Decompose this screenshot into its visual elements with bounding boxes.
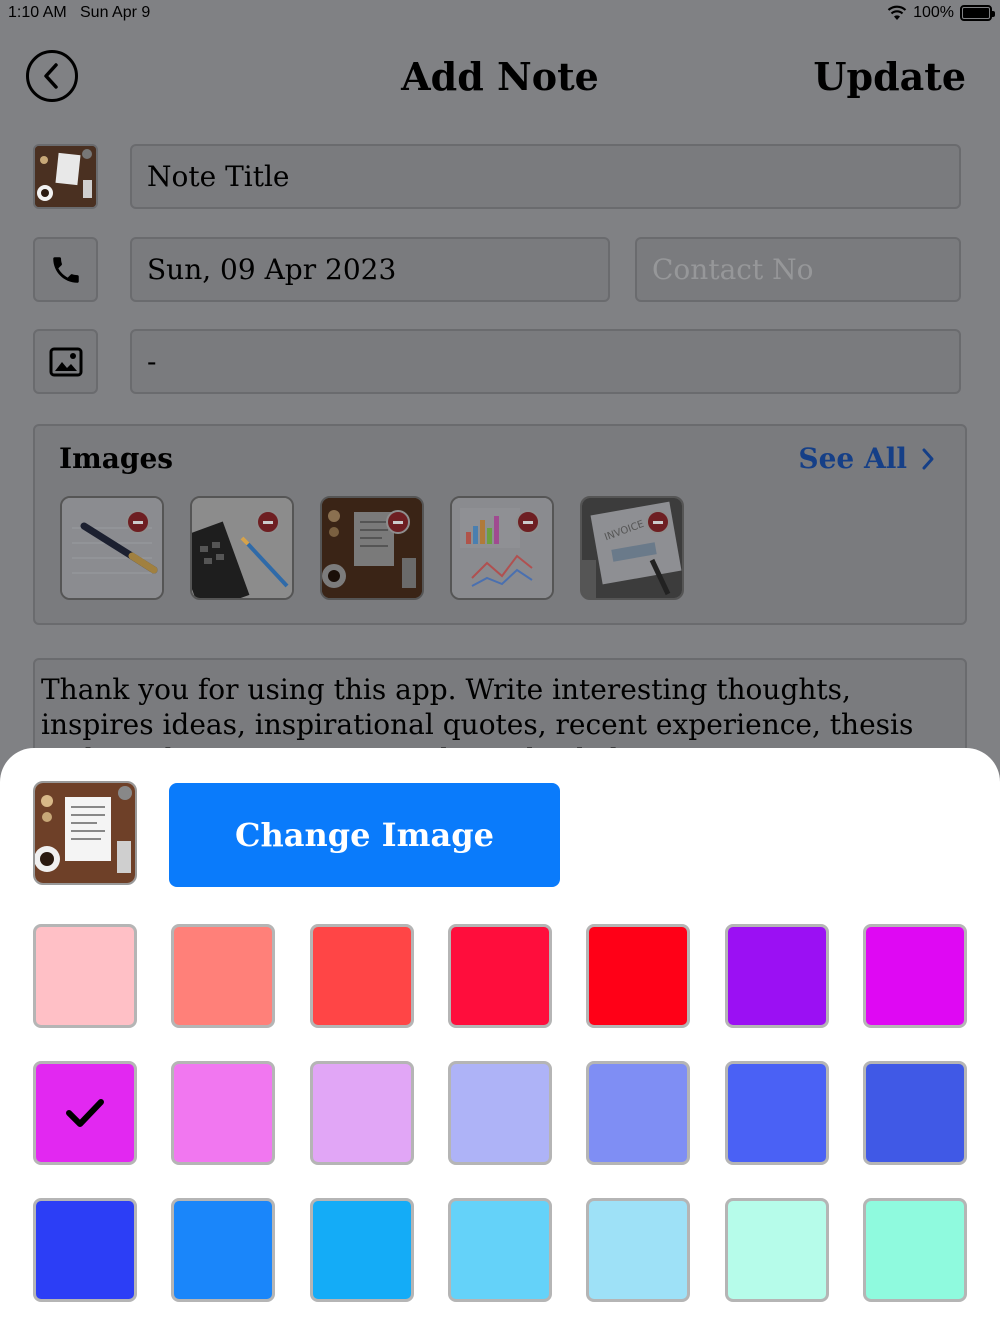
phone-button[interactable] xyxy=(33,237,98,302)
invoice-paper-image: INVOICE xyxy=(582,498,682,598)
change-image-button[interactable]: Change Image xyxy=(169,783,560,887)
color-swatch[interactable] xyxy=(725,924,829,1028)
color-picker-sheet: Change Image xyxy=(0,748,1000,1334)
note-image-thumbnail[interactable] xyxy=(33,144,98,209)
color-swatch[interactable] xyxy=(33,1061,137,1165)
battery-icon xyxy=(960,5,995,21)
phone-icon xyxy=(52,256,79,283)
contact-input[interactable]: Contact No xyxy=(652,253,813,286)
image-field-value: - xyxy=(147,345,157,378)
nav-bar: Add Note Update xyxy=(0,48,1000,108)
color-swatch[interactable] xyxy=(310,1198,414,1302)
photo-icon xyxy=(49,347,82,376)
color-swatch[interactable] xyxy=(863,924,967,1028)
color-swatch[interactable] xyxy=(310,1061,414,1165)
remove-image-button[interactable] xyxy=(646,510,670,534)
remove-image-button[interactable] xyxy=(386,510,410,534)
status-right: 100% xyxy=(887,4,995,22)
color-swatch[interactable] xyxy=(310,924,414,1028)
remove-image-button[interactable] xyxy=(256,510,280,534)
color-swatch[interactable] xyxy=(448,1061,552,1165)
color-swatch[interactable] xyxy=(171,1061,275,1165)
color-swatch[interactable] xyxy=(33,1198,137,1302)
image-thumbnail-charts[interactable] xyxy=(450,496,554,600)
remove-image-button[interactable] xyxy=(126,510,150,534)
date-value: Sun, 09 Apr 2023 xyxy=(147,253,397,286)
note-title-field[interactable]: Note Title xyxy=(130,144,961,209)
color-swatch[interactable] xyxy=(863,1061,967,1165)
color-swatch[interactable] xyxy=(448,1198,552,1302)
color-swatch[interactable] xyxy=(33,924,137,1028)
image-field[interactable]: - xyxy=(130,329,961,394)
desk-document-image xyxy=(35,783,135,883)
calculator-papers-image xyxy=(192,498,292,598)
status-time: 1:10 AM xyxy=(8,4,67,21)
color-swatch[interactable] xyxy=(725,1198,829,1302)
remove-image-button[interactable] xyxy=(516,510,540,534)
date-field[interactable]: Sun, 09 Apr 2023 xyxy=(130,237,610,302)
note-title-input[interactable]: Note Title xyxy=(147,160,290,193)
status-date: Sun Apr 9 xyxy=(80,4,151,21)
color-swatch[interactable] xyxy=(586,924,690,1028)
wifi-icon xyxy=(887,5,907,20)
colorful-charts-image xyxy=(452,498,552,598)
checkmark-icon xyxy=(66,1099,104,1127)
images-card: Images See All INVOICE xyxy=(33,424,967,625)
image-thumbnail-invoice[interactable]: INVOICE xyxy=(580,496,684,600)
desk-document-image xyxy=(35,146,96,207)
status-bar: 1:10 AM Sun Apr 9 100% xyxy=(0,0,1000,28)
chevron-right-icon xyxy=(922,448,934,469)
image-thumbnail-desk-document[interactable] xyxy=(320,496,424,600)
notebook-pen-image xyxy=(62,498,162,598)
update-button[interactable]: Update xyxy=(813,54,966,99)
images-title: Images xyxy=(59,442,174,475)
color-swatch[interactable] xyxy=(586,1061,690,1165)
battery-percent: 100% xyxy=(913,4,954,21)
color-swatch[interactable] xyxy=(863,1198,967,1302)
desk-document-image xyxy=(322,498,422,598)
see-all-button[interactable]: See All xyxy=(798,442,935,475)
color-swatch[interactable] xyxy=(586,1198,690,1302)
color-swatch[interactable] xyxy=(171,924,275,1028)
selected-image-thumbnail xyxy=(33,781,137,885)
contact-field[interactable]: Contact No xyxy=(635,237,961,302)
color-swatch[interactable] xyxy=(448,924,552,1028)
image-button[interactable] xyxy=(33,329,98,394)
image-thumbnail-notebook-pen[interactable] xyxy=(60,496,164,600)
color-swatch[interactable] xyxy=(725,1061,829,1165)
image-thumbnail-calculator[interactable] xyxy=(190,496,294,600)
color-swatch[interactable] xyxy=(171,1198,275,1302)
see-all-label: See All xyxy=(798,442,907,475)
